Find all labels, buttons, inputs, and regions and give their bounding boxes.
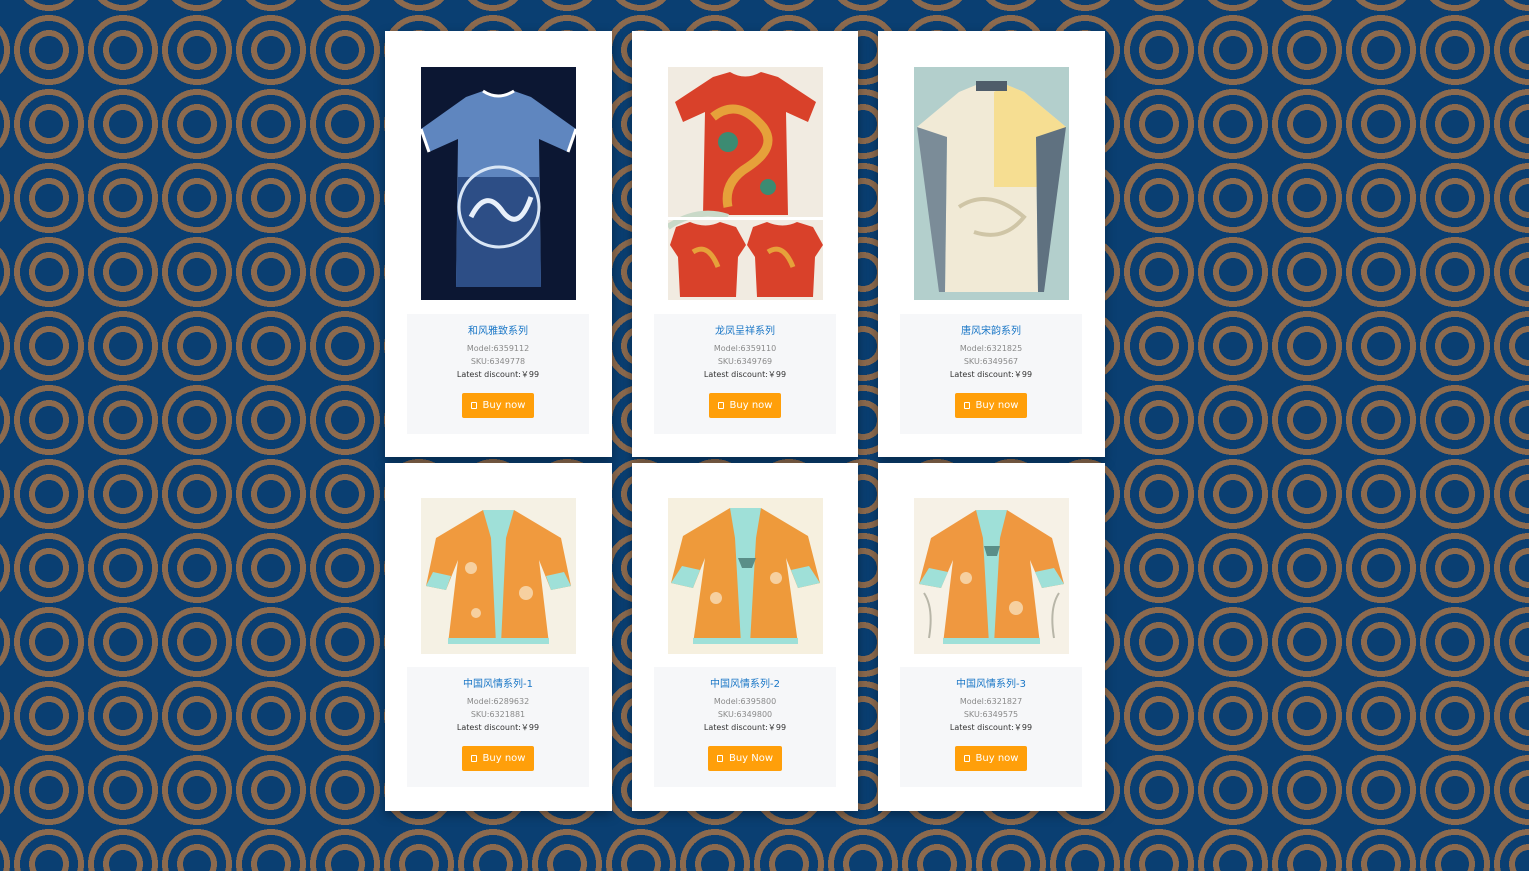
buy-now-button[interactable]: Buy now bbox=[954, 393, 1028, 418]
cart-icon bbox=[963, 402, 970, 409]
product-image[interactable] bbox=[914, 498, 1069, 654]
product-image[interactable] bbox=[914, 67, 1069, 300]
product-card: 中国风情系列-1 Model:6289632 SKU:6321881 Lates… bbox=[385, 463, 612, 811]
product-sku: SKU:6349567 bbox=[963, 357, 1019, 366]
product-image[interactable] bbox=[421, 67, 576, 300]
product-grid: 和风雅致系列 Model:6359112 SKU:6349778 Latest … bbox=[385, 31, 1105, 811]
product-name[interactable]: 龙凤呈祥系列 bbox=[654, 324, 836, 340]
buy-now-button[interactable]: Buy Now bbox=[707, 746, 783, 771]
product-discount: Latest discount:￥99 bbox=[949, 370, 1033, 379]
product-model: Model:6321825 bbox=[959, 344, 1023, 353]
product-image[interactable] bbox=[668, 498, 823, 654]
product-sku: SKU:6321881 bbox=[470, 710, 526, 719]
cart-icon bbox=[963, 755, 970, 762]
product-sku: SKU:6349575 bbox=[963, 710, 1019, 719]
buy-now-label: Buy now bbox=[482, 400, 526, 411]
buy-now-label: Buy now bbox=[975, 753, 1019, 764]
cart-icon bbox=[717, 402, 724, 409]
product-info: 龙凤呈祥系列 Model:6359110 SKU:6349769 Latest … bbox=[654, 314, 836, 434]
cart-icon bbox=[716, 755, 723, 762]
product-discount: Latest discount:￥99 bbox=[703, 370, 787, 379]
product-discount: Latest discount:￥99 bbox=[456, 723, 540, 732]
product-model: Model:6359112 bbox=[466, 344, 530, 353]
buy-now-button[interactable]: Buy now bbox=[954, 746, 1028, 771]
product-card: 中国风情系列-3 Model:6321827 SKU:6349575 Lates… bbox=[878, 463, 1105, 811]
product-name[interactable]: 中国风情系列-2 bbox=[654, 677, 836, 693]
buy-now-button[interactable]: Buy now bbox=[708, 393, 782, 418]
buy-now-label: Buy now bbox=[729, 400, 773, 411]
buy-now-button[interactable]: Buy now bbox=[461, 746, 535, 771]
product-card: 龙凤呈祥系列 Model:6359110 SKU:6349769 Latest … bbox=[632, 31, 858, 457]
product-sku: SKU:6349769 bbox=[717, 357, 773, 366]
product-info: 和风雅致系列 Model:6359112 SKU:6349778 Latest … bbox=[407, 314, 589, 434]
product-model: Model:6321827 bbox=[959, 697, 1023, 706]
product-name[interactable]: 唐风宋韵系列 bbox=[900, 324, 1082, 340]
product-model: Model:6359110 bbox=[713, 344, 777, 353]
product-image[interactable] bbox=[668, 67, 823, 300]
product-discount: Latest discount:￥99 bbox=[703, 723, 787, 732]
product-info: 中国风情系列-1 Model:6289632 SKU:6321881 Lates… bbox=[407, 667, 589, 787]
product-name[interactable]: 和风雅致系列 bbox=[407, 324, 589, 340]
product-discount: Latest discount:￥99 bbox=[456, 370, 540, 379]
buy-now-label: Buy now bbox=[482, 753, 526, 764]
buy-now-label: Buy Now bbox=[728, 753, 774, 764]
cart-icon bbox=[470, 755, 477, 762]
buy-now-label: Buy now bbox=[975, 400, 1019, 411]
product-info: 中国风情系列-3 Model:6321827 SKU:6349575 Lates… bbox=[900, 667, 1082, 787]
product-card: 唐风宋韵系列 Model:6321825 SKU:6349567 Latest … bbox=[878, 31, 1105, 457]
product-name[interactable]: 中国风情系列-1 bbox=[407, 677, 589, 693]
product-card: 中国风情系列-2 Model:6395800 SKU:6349800 Lates… bbox=[632, 463, 858, 811]
cart-icon bbox=[470, 402, 477, 409]
product-card: 和风雅致系列 Model:6359112 SKU:6349778 Latest … bbox=[385, 31, 612, 457]
product-image[interactable] bbox=[421, 498, 576, 654]
product-model: Model:6395800 bbox=[713, 697, 777, 706]
product-name[interactable]: 中国风情系列-3 bbox=[900, 677, 1082, 693]
product-info: 中国风情系列-2 Model:6395800 SKU:6349800 Lates… bbox=[654, 667, 836, 787]
product-model: Model:6289632 bbox=[466, 697, 530, 706]
product-sku: SKU:6349800 bbox=[717, 710, 773, 719]
buy-now-button[interactable]: Buy now bbox=[461, 393, 535, 418]
product-discount: Latest discount:￥99 bbox=[949, 723, 1033, 732]
product-sku: SKU:6349778 bbox=[470, 357, 526, 366]
product-info: 唐风宋韵系列 Model:6321825 SKU:6349567 Latest … bbox=[900, 314, 1082, 434]
